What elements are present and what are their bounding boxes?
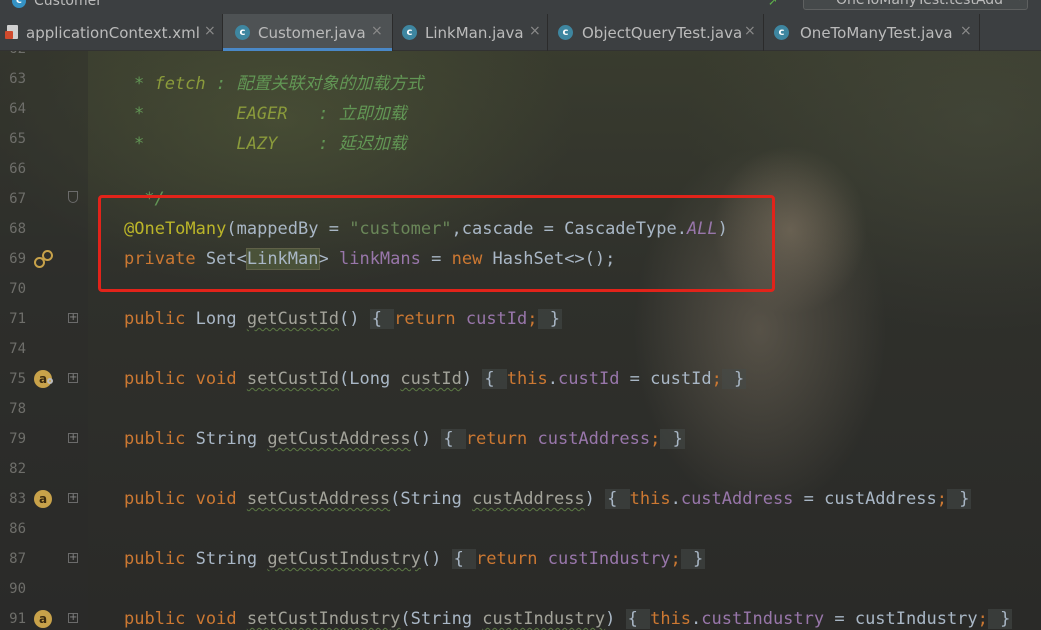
tab-linkman-java[interactable]: c LinkMan.java × <box>393 14 548 51</box>
code-line: 65 * LAZY : 延迟加载 <box>0 125 1041 155</box>
relation-link-icon[interactable] <box>34 250 54 270</box>
editor-tab-bar: applicationContext.xml × c Customer.java… <box>0 14 1041 51</box>
line-number: 63 <box>9 71 26 87</box>
line-number: 87 <box>9 551 26 567</box>
code-line: 91 a + public void setCustIndustry(Strin… <box>0 605 1041 630</box>
code-text: public void setCustAddress(String custAd… <box>124 489 972 509</box>
run-configuration-select[interactable]: OneToManyTest.testAdd ▼ <box>803 0 1028 10</box>
line-number: 75 <box>9 371 26 387</box>
class-icon: c <box>558 25 573 40</box>
accessor-gutter-icon[interactable]: a <box>34 610 52 628</box>
tab-onetomanytest-java[interactable]: c OneToManyTest.java × <box>764 14 980 51</box>
tab-label: applicationContext.xml <box>26 24 200 42</box>
class-icon: c <box>235 25 250 40</box>
close-icon[interactable]: × <box>529 23 541 39</box>
line-number: 74 <box>9 341 26 357</box>
fold-expand-icon[interactable]: + <box>68 433 78 443</box>
code-line: 87 + public String getCustIndustry() { r… <box>0 545 1041 575</box>
line-number: 66 <box>9 161 26 177</box>
tab-objectquerytest-java[interactable]: c ObjectQueryTest.java × <box>548 14 764 51</box>
line-number: 68 <box>9 221 26 237</box>
tab-applicationcontext-xml[interactable]: applicationContext.xml × <box>0 14 223 51</box>
code-text: * fetch : 配置关联对象的加载方式 <box>134 74 424 94</box>
code-editor[interactable]: 62 63 * fetch : 配置关联对象的加载方式 64 * EAGER :… <box>0 51 1041 630</box>
line-number: 83 <box>9 491 26 507</box>
class-icon: c <box>12 0 26 8</box>
code-line: 66 <box>0 155 1041 185</box>
window-title: Customer <box>34 0 103 9</box>
line-number: 69 <box>9 251 26 267</box>
highlight-annotation-box <box>98 195 775 292</box>
close-icon[interactable]: × <box>960 23 972 39</box>
class-icon: c <box>402 25 417 40</box>
title-bar: c Customer ➚ OneToManyTest.testAdd ▼ <box>0 0 1041 14</box>
code-text: public String getCustIndustry() { return… <box>124 549 706 569</box>
code-line: 78 <box>0 395 1041 425</box>
accessor-gutter-icon[interactable]: a <box>34 370 53 388</box>
line-number: 62 <box>0 51 26 57</box>
chevron-down-icon: ▼ <box>1015 0 1023 2</box>
line-number: 70 <box>9 281 26 297</box>
class-icon: c <box>774 25 789 40</box>
code-line: 74 <box>0 335 1041 365</box>
code-text: * EAGER : 立即加载 <box>134 104 407 124</box>
code-line: 75 a + public void setCustId(Long custId… <box>0 365 1041 395</box>
line-number: 65 <box>9 131 26 147</box>
code-text: public void setCustIndustry(String custI… <box>124 609 1013 629</box>
code-line: 71 + public Long getCustId() { return cu… <box>0 305 1041 335</box>
line-number: 90 <box>9 581 26 597</box>
tab-label: Customer.java <box>258 24 366 42</box>
fold-expand-icon[interactable]: + <box>68 553 78 563</box>
code-line: 82 <box>0 455 1041 485</box>
tab-label: OneToManyTest.java <box>800 24 953 42</box>
close-icon[interactable]: × <box>744 23 756 39</box>
line-number: 82 <box>9 461 26 477</box>
line-number: 91 <box>9 611 26 627</box>
code-line: 86 <box>0 515 1041 545</box>
run-arrow-icon[interactable]: ➚ <box>768 0 786 8</box>
line-number: 64 <box>9 101 26 117</box>
code-line: 63 * fetch : 配置关联对象的加载方式 <box>0 65 1041 95</box>
code-text: public void setCustId(Long custId) { thi… <box>124 369 747 389</box>
code-text: * LAZY : 延迟加载 <box>134 134 407 154</box>
code-line: 62 <box>0 51 1041 65</box>
line-number: 79 <box>9 431 26 447</box>
xml-file-icon <box>5 25 19 40</box>
close-icon[interactable]: × <box>371 23 383 39</box>
fold-expand-icon[interactable]: + <box>68 373 78 383</box>
code-line: 64 * EAGER : 立即加载 <box>0 95 1041 125</box>
close-icon[interactable]: × <box>204 23 216 39</box>
line-number: 86 <box>9 521 26 537</box>
accessor-gutter-icon[interactable]: a <box>34 490 52 508</box>
tab-label: ObjectQueryTest.java <box>582 24 743 42</box>
tab-customer-java[interactable]: c Customer.java × <box>223 14 393 51</box>
code-text: public Long getCustId() { return custId;… <box>124 309 562 329</box>
run-configuration-label: OneToManyTest.testAdd <box>836 0 1004 8</box>
fold-expand-icon[interactable]: + <box>68 313 78 323</box>
code-line: 90 <box>0 575 1041 605</box>
line-number: 67 <box>9 191 26 207</box>
code-text: public String getCustAddress() { return … <box>124 429 685 449</box>
line-number: 78 <box>9 401 26 417</box>
code-line: 83 a + public void setCustAddress(String… <box>0 485 1041 515</box>
tab-label: LinkMan.java <box>425 24 524 42</box>
line-number: 71 <box>9 311 26 327</box>
code-line: 79 + public String getCustAddress() { re… <box>0 425 1041 455</box>
fold-expand-icon[interactable]: + <box>68 613 78 623</box>
fold-expand-icon[interactable]: + <box>68 493 78 503</box>
fold-end-icon[interactable] <box>68 191 78 203</box>
